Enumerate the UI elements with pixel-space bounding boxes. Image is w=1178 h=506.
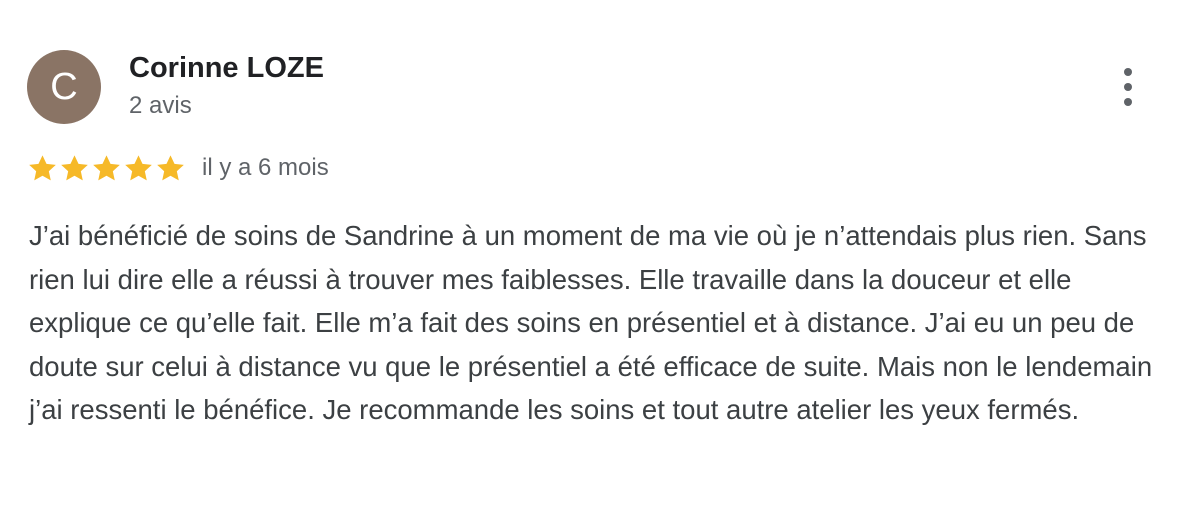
avatar[interactable]: C — [27, 50, 101, 124]
author-name[interactable]: Corinne LOZE — [129, 52, 324, 85]
star-icon — [157, 154, 184, 180]
star-icon — [61, 154, 88, 180]
rating-row: il y a 6 mois — [27, 150, 329, 186]
review-text: J’ai bénéficié de soins de Sandrine à un… — [29, 220, 1153, 425]
star-icon — [125, 154, 152, 180]
star-rating — [27, 153, 186, 184]
star-icon — [29, 154, 56, 180]
more-vert-icon-dot-3 — [1124, 98, 1132, 106]
review-date: il y a 6 mois — [202, 154, 329, 181]
author-review-count: 2 avis — [129, 92, 192, 119]
more-vert-icon-dot-2 — [1124, 83, 1132, 91]
more-options-button[interactable] — [1108, 62, 1148, 112]
star-icon — [93, 154, 120, 180]
avatar-letter: C — [50, 65, 78, 108]
review-card: C Corinne LOZE 2 avis il y a 6 mois J’ai… — [0, 0, 1178, 506]
more-vert-icon — [1124, 68, 1132, 76]
